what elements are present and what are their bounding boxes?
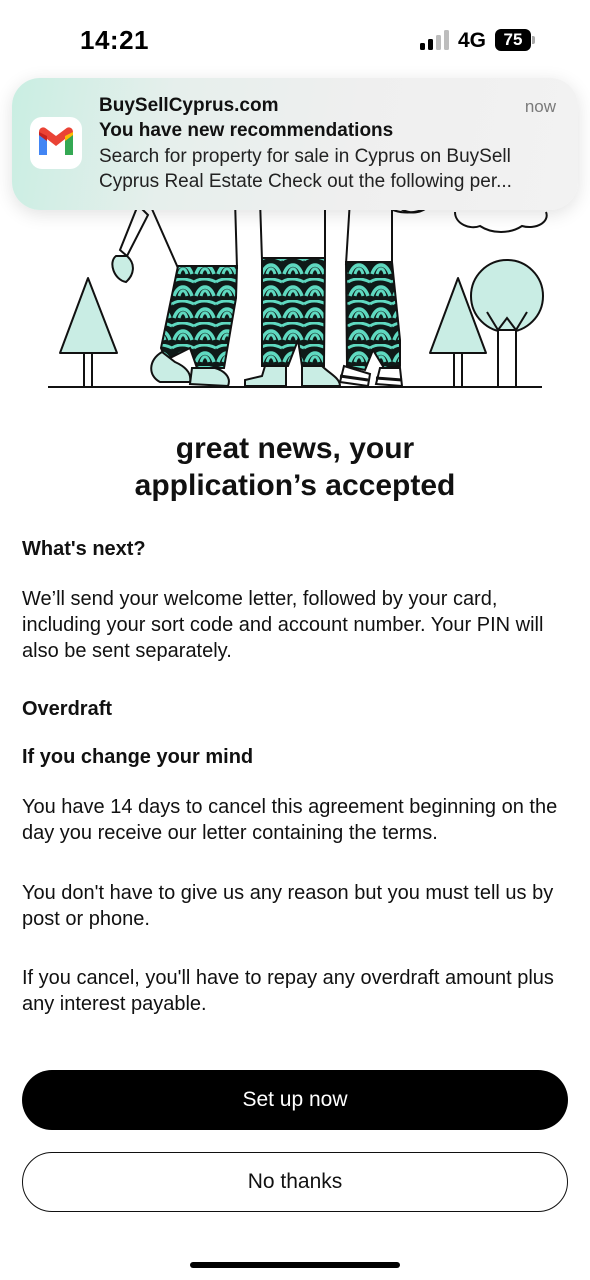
notification-time: now <box>524 97 556 116</box>
headline-line-2: application’s accepted <box>134 469 456 502</box>
overdraft-heading: Overdraft <box>22 698 113 720</box>
notification-title: You have new recommendations <box>99 120 394 141</box>
whats-next-heading: What's next? <box>22 538 146 560</box>
whats-next-text: We’ll send your welcome letter, followed… <box>22 588 544 662</box>
battery-icon: 75 <box>495 29 535 51</box>
status-time: 14:21 <box>80 25 149 55</box>
network-type: 4G <box>458 29 487 52</box>
no-thanks-label: No thanks <box>247 1170 343 1193</box>
set-up-now-label: Set up now <box>242 1088 348 1111</box>
push-notification[interactable]: BuySellCyprus.com now You have new recom… <box>12 78 578 210</box>
cellular-signal-icon <box>420 30 449 50</box>
headline-line-1: great news, your <box>175 432 415 465</box>
home-indicator[interactable] <box>190 1262 400 1268</box>
battery-level: 75 <box>503 30 523 49</box>
status-bar: 14:21 4G 75 <box>0 0 590 80</box>
cancel-paragraph-1: You have 14 days to cancel this agreemen… <box>22 796 558 844</box>
notification-body: Search for property for sale in Cyprus o… <box>99 146 512 192</box>
hero-illustration <box>48 197 548 388</box>
notification-app-name: BuySellCyprus.com <box>99 95 279 116</box>
page-title: great news, your application’s accepted <box>40 430 550 504</box>
gmail-icon <box>30 117 82 169</box>
no-thanks-button[interactable]: No thanks <box>22 1152 568 1212</box>
set-up-now-button[interactable]: Set up now <box>22 1070 568 1130</box>
cancel-paragraph-2: You don't have to give us any reason but… <box>22 882 554 930</box>
change-mind-heading: If you change your mind <box>22 746 254 768</box>
cancel-paragraph-3: If you cancel, you'll have to repay any … <box>22 967 554 1015</box>
